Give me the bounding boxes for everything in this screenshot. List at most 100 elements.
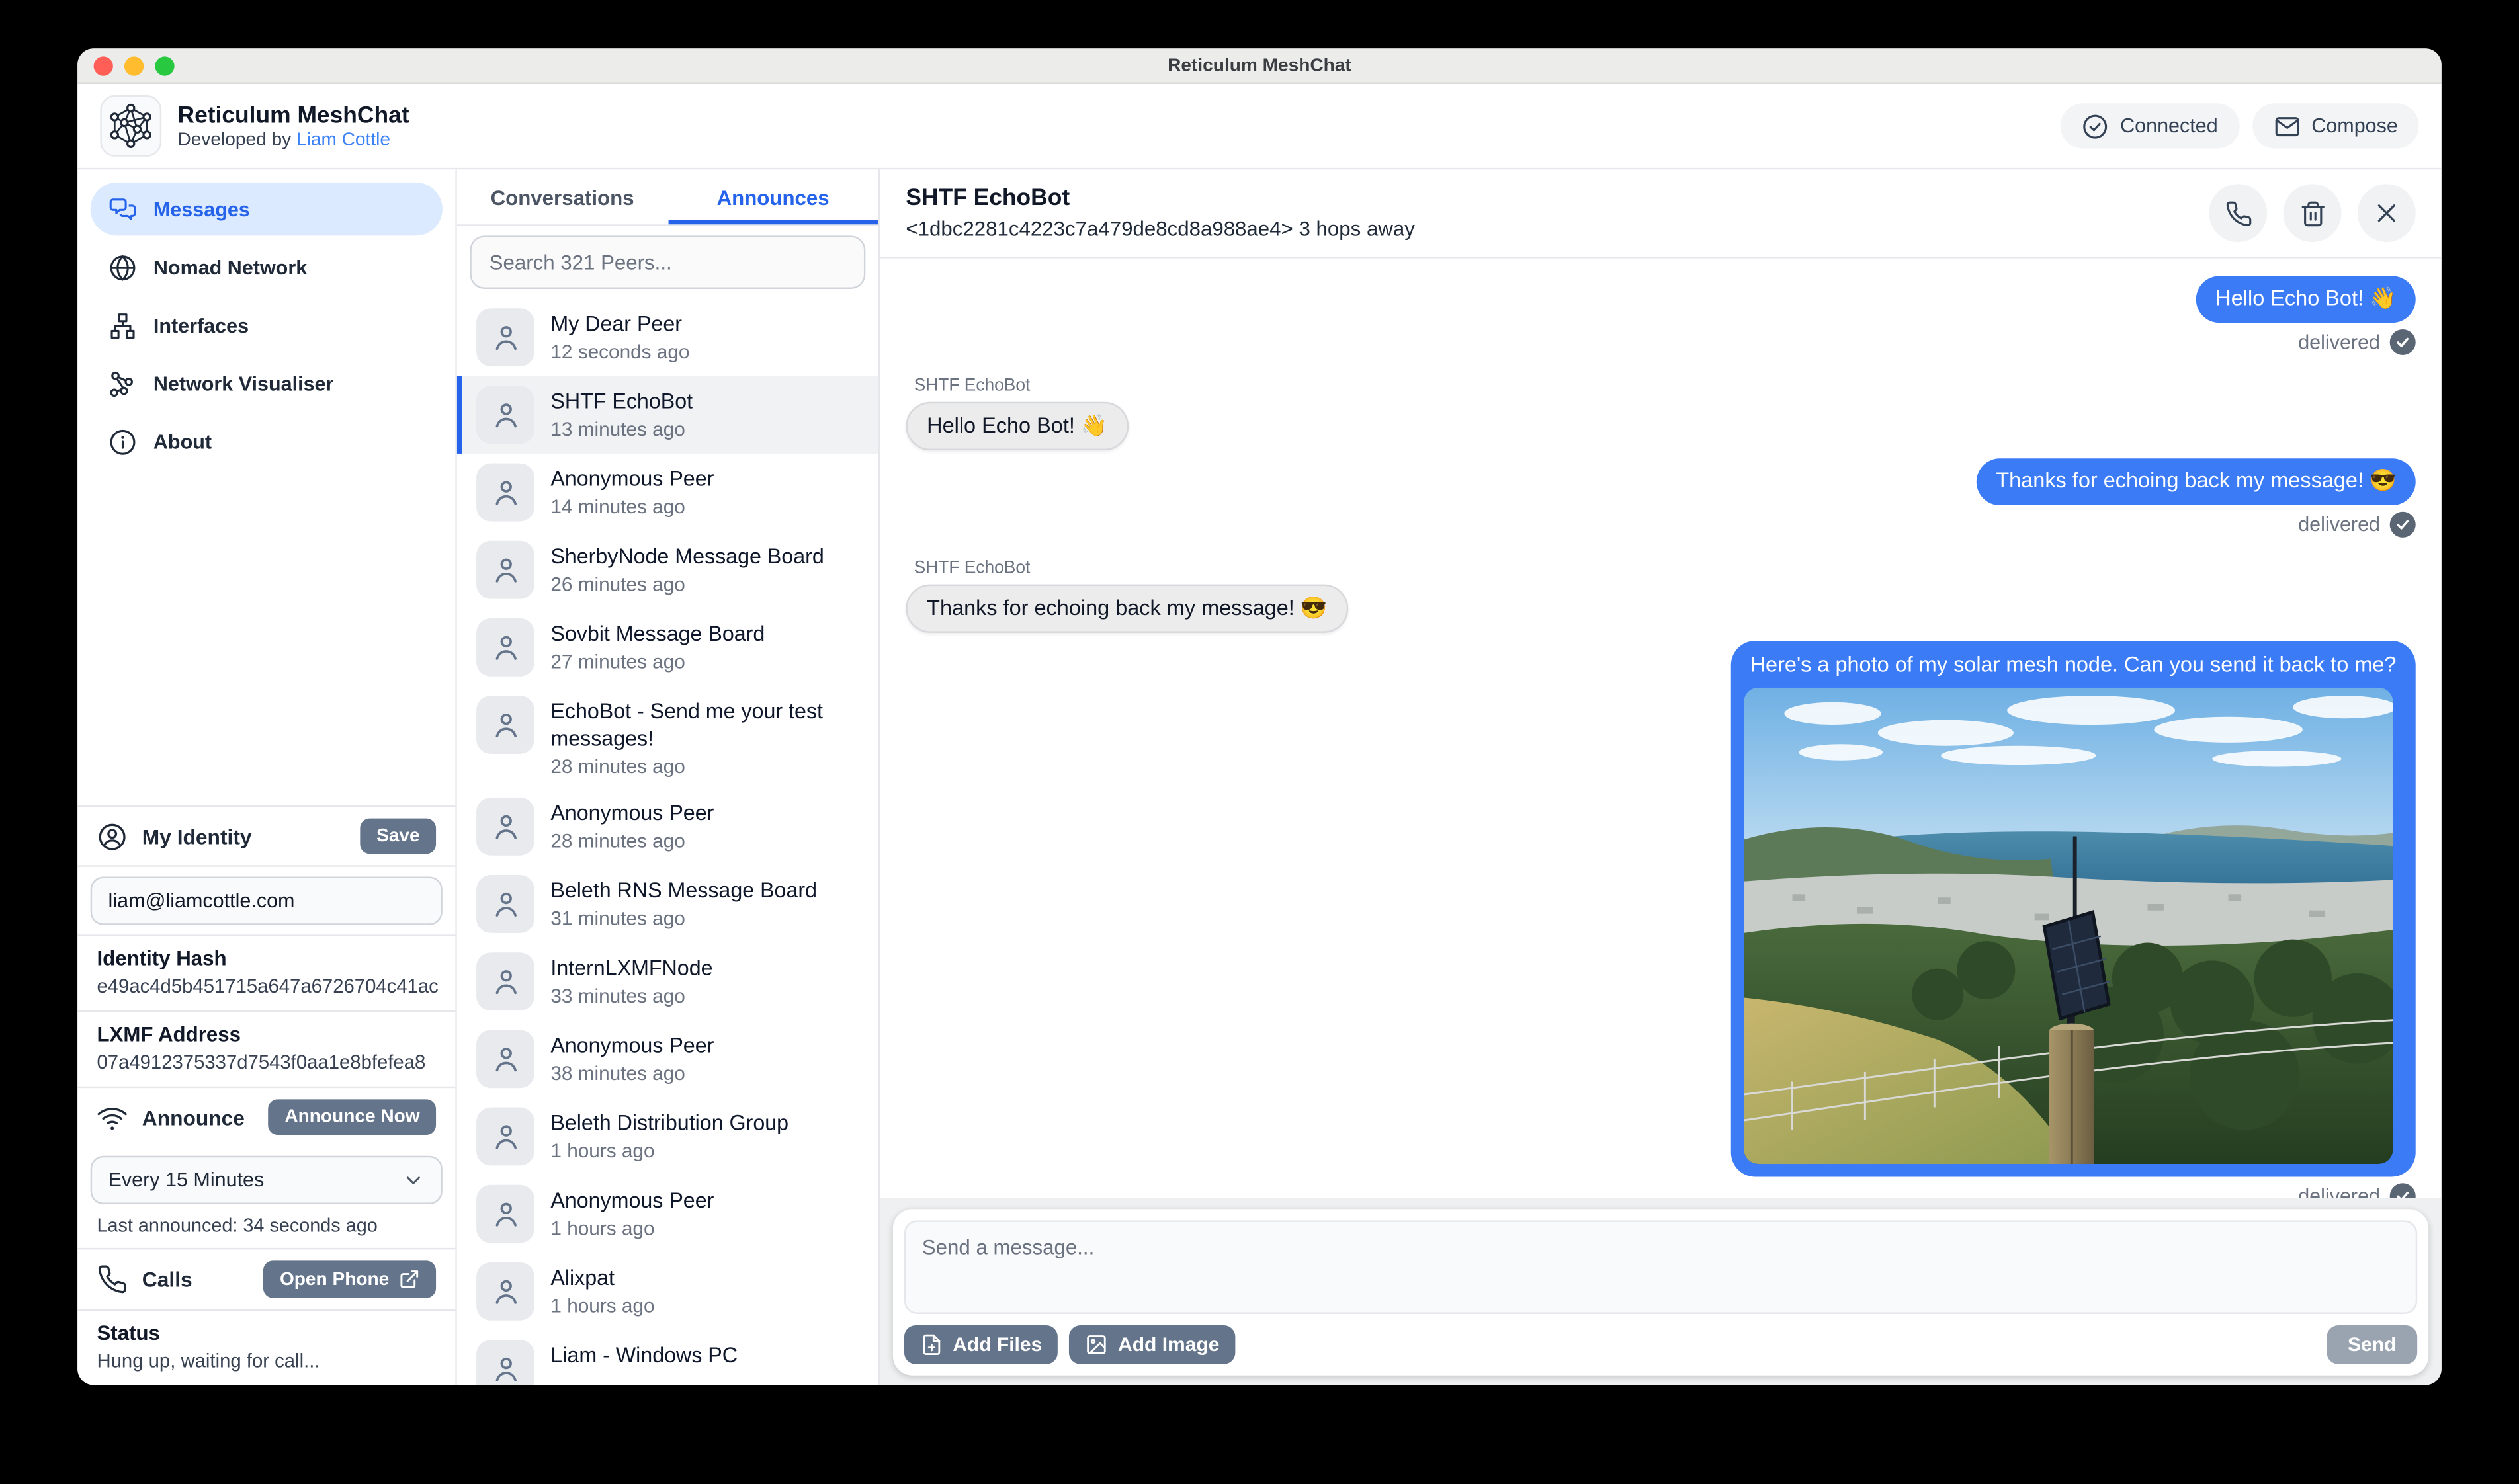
sidebar-item-label: Nomad Network	[153, 256, 307, 278]
chat-peer-name: SHTF EchoBot	[906, 186, 1414, 212]
peers-panel: Conversations Announces My Dear Peer 12 …	[457, 169, 880, 1385]
peer-list-item[interactable]: Alixpat 1 hours ago	[457, 1253, 878, 1331]
peer-name: Anonymous Peer	[550, 1187, 714, 1215]
delivered-label: delivered	[2298, 1186, 2380, 1198]
chat-panel: SHTF EchoBot <1dbc2281c4223c7a479de8cd8a…	[880, 169, 2441, 1385]
add-image-button[interactable]: Add Image	[1070, 1325, 1236, 1364]
announce-interval-select[interactable]: Every 15 Minutes	[91, 1156, 443, 1204]
send-button[interactable]: Send	[2327, 1325, 2417, 1364]
photo-caption: Here's a photo of my solar mesh node. Ca…	[1750, 653, 2397, 677]
peer-name: Beleth RNS Message Board	[550, 877, 817, 905]
message-input[interactable]	[904, 1220, 2417, 1314]
chat-peer-address: <1dbc2281c4223c7a479de8cd8a988ae4> 3 hop…	[906, 216, 1414, 241]
peer-list-item[interactable]: Beleth RNS Message Board 31 minutes ago	[457, 866, 878, 943]
status-block: Status Hung up, waiting for call...	[77, 1311, 455, 1385]
peer-avatar	[476, 1108, 534, 1166]
incoming-message[interactable]: Thanks for echoing back my message! 😎	[906, 584, 1348, 634]
message-list[interactable]: Hello Echo Bot! 👋 delivered SHTF EchoBot…	[880, 259, 2441, 1198]
save-label: Save	[376, 827, 420, 846]
tab-announces[interactable]: Announces	[667, 169, 878, 224]
peer-list-item[interactable]: Anonymous Peer 38 minutes ago	[457, 1020, 878, 1098]
delivered-label: delivered	[2298, 330, 2380, 352]
delivered-label: delivered	[2298, 513, 2380, 536]
save-button[interactable]: Save	[361, 819, 436, 854]
delivery-status: delivered	[2298, 1184, 2416, 1198]
peer-time: 31 minutes ago	[550, 908, 817, 930]
peer-list-item[interactable]: EchoBot - Send me your test messages! 28…	[457, 686, 878, 788]
open-phone-button[interactable]: Open Phone	[264, 1260, 437, 1298]
peer-list-item[interactable]: InternLXMFNode 33 minutes ago	[457, 943, 878, 1020]
peer-name: My Dear Peer	[550, 310, 689, 338]
minimize-window-button[interactable]	[124, 56, 144, 75]
sidebar-item-network-visualiser[interactable]: Network Visualiser	[91, 356, 443, 410]
attached-photo[interactable]	[1744, 688, 2393, 1165]
peer-avatar	[476, 1263, 534, 1321]
status-title: Status	[97, 1321, 436, 1345]
sidebar-item-about[interactable]: About	[91, 415, 443, 468]
peer-avatar	[476, 1030, 534, 1089]
calls-row: Calls Open Phone	[77, 1249, 455, 1309]
announce-now-button[interactable]: Announce Now	[269, 1099, 436, 1135]
peer-list-item[interactable]: Beleth Distribution Group 1 hours ago	[457, 1098, 878, 1176]
peer-list-item[interactable]: Sovbit Message Board 27 minutes ago	[457, 608, 878, 686]
info-icon	[108, 427, 138, 456]
peer-name: InternLXMFNode	[550, 954, 712, 982]
identity-hash-value: e49ac4d5b451715a647a6726704c41ac	[97, 975, 436, 997]
sidebar-item-label: Network Visualiser	[153, 372, 334, 395]
peer-list-item[interactable]: My Dear Peer 12 seconds ago	[457, 299, 878, 376]
compose-button[interactable]: Compose	[2252, 103, 2419, 148]
peer-avatar	[476, 618, 534, 677]
peer-name: SherbyNode Message Board	[550, 542, 824, 570]
outgoing-photo-message[interactable]: Here's a photo of my solar mesh node. Ca…	[1730, 641, 2415, 1177]
my-identity-row: My Identity Save	[77, 807, 455, 866]
globe-icon	[108, 253, 138, 282]
titlebar[interactable]: Reticulum MeshChat	[77, 48, 2442, 84]
peer-list-item[interactable]: Anonymous Peer 14 minutes ago	[457, 454, 878, 531]
peer-name: Beleth Distribution Group	[550, 1110, 789, 1137]
peer-list-item[interactable]: Anonymous Peer 28 minutes ago	[457, 788, 878, 866]
peer-name: EchoBot - Send me your test messages!	[550, 698, 862, 753]
peer-avatar	[476, 798, 534, 856]
sender-name-label: SHTF EchoBot	[914, 558, 1348, 577]
peer-list[interactable]: My Dear Peer 12 seconds ago SHTF EchoBot…	[457, 299, 878, 1385]
call-peer-button[interactable]	[2209, 184, 2267, 242]
display-name-input[interactable]	[91, 876, 443, 925]
delivered-check-icon	[2390, 1184, 2416, 1198]
peer-avatar	[476, 696, 534, 754]
incoming-message[interactable]: Hello Echo Bot! 👋	[906, 401, 1129, 451]
outgoing-message[interactable]: Hello Echo Bot! 👋	[2196, 276, 2416, 322]
search-peers-input[interactable]	[470, 235, 865, 289]
outgoing-message[interactable]: Thanks for echoing back my message! 😎	[1977, 459, 2416, 505]
peer-avatar	[476, 1185, 534, 1243]
peer-list-item[interactable]: Anonymous Peer 1 hours ago	[457, 1176, 878, 1253]
image-icon	[1086, 1333, 1108, 1356]
tab-conversations[interactable]: Conversations	[457, 169, 668, 224]
phone-icon	[97, 1264, 127, 1294]
peer-time: 28 minutes ago	[550, 831, 714, 853]
developer-link[interactable]: Liam Cottle	[296, 130, 390, 149]
peer-time: 12 seconds ago	[550, 341, 689, 363]
close-conversation-button[interactable]	[2358, 184, 2416, 242]
peer-list-item[interactable]: Liam - Windows PC	[457, 1331, 878, 1385]
envelope-icon	[2273, 112, 2300, 140]
delete-conversation-button[interactable]	[2284, 184, 2342, 242]
peer-list-item[interactable]: SHTF EchoBot 13 minutes ago	[457, 376, 878, 454]
chevron-down-icon	[402, 1169, 425, 1191]
sidebar-item-messages[interactable]: Messages	[91, 183, 443, 236]
add-files-button[interactable]: Add Files	[904, 1325, 1058, 1364]
delivered-check-icon	[2390, 329, 2416, 354]
sidebar-item-nomad-network[interactable]: Nomad Network	[91, 241, 443, 294]
announce-interval-value: Every 15 Minutes	[108, 1169, 265, 1191]
sidebar-item-label: Interfaces	[153, 314, 249, 337]
delivered-check-icon	[2390, 511, 2416, 537]
peer-name: Anonymous Peer	[550, 465, 714, 493]
connected-status-button[interactable]: Connected	[2061, 103, 2239, 148]
sidebar-item-interfaces[interactable]: Interfaces	[91, 299, 443, 352]
close-window-button[interactable]	[94, 56, 113, 75]
peer-list-item[interactable]: SherbyNode Message Board 26 minutes ago	[457, 531, 878, 608]
peer-time: 27 minutes ago	[550, 651, 765, 673]
app-window: Reticulum MeshChat Reticulum MeshChat De…	[77, 48, 2442, 1385]
zoom-window-button[interactable]	[155, 56, 174, 75]
screen: Reticulum MeshChat Reticulum MeshChat De…	[0, 0, 2519, 1484]
peer-avatar	[476, 541, 534, 599]
